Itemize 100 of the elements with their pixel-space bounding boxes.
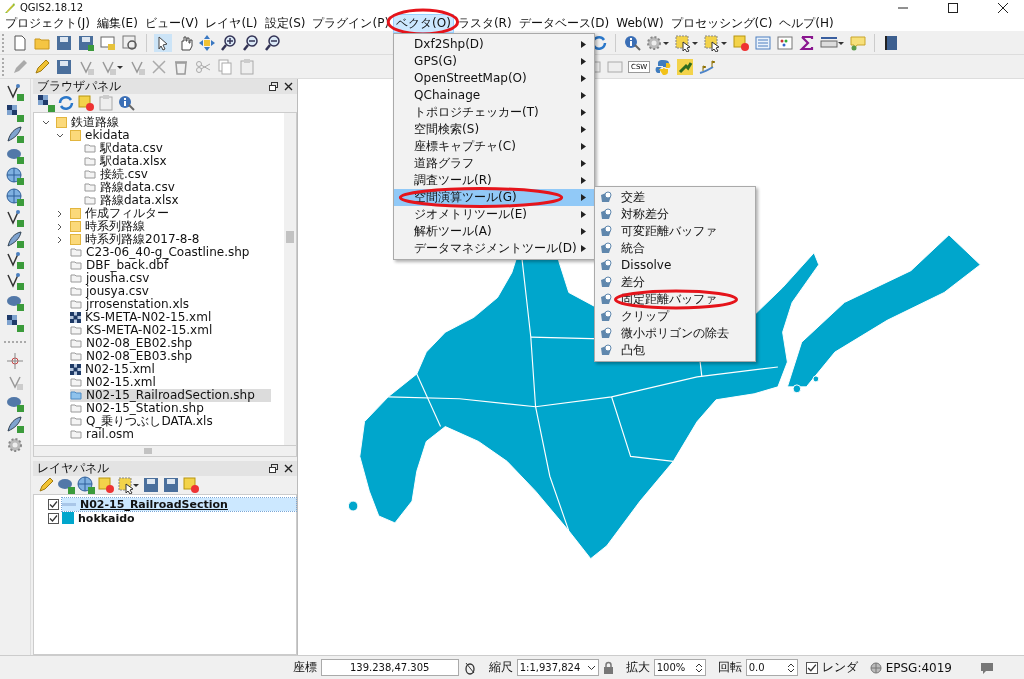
save-icon[interactable] — [162, 476, 180, 494]
layer-item[interactable]: hokkaido — [62, 511, 296, 525]
tree-item[interactable]: jousya.csv — [70, 285, 157, 298]
maximize-icon[interactable] — [947, 1, 959, 14]
menu-item[interactable]: 統合 — [595, 239, 756, 257]
checkbox[interactable] — [48, 512, 59, 524]
tree-item[interactable]: jrrosenstation.xls — [70, 298, 198, 311]
lock-icon[interactable] — [602, 661, 614, 674]
add-layer-icon[interactable] — [6, 272, 24, 290]
tree-item[interactable]: 接続.csv — [84, 168, 156, 181]
float-icon[interactable] — [269, 82, 278, 91]
chevron-icon[interactable] — [56, 235, 64, 244]
deselect-icon[interactable] — [182, 476, 200, 494]
database-icon[interactable] — [6, 293, 24, 311]
menu-item[interactable]: ヘルプ(H) — [776, 13, 837, 33]
tree-item[interactable]: N02-15.xml — [70, 376, 164, 389]
tree-item[interactable]: 作成フィルター — [70, 207, 177, 220]
deselect-icon[interactable] — [732, 33, 750, 52]
chevron-icon[interactable] — [42, 118, 50, 127]
chevron-icon[interactable] — [56, 222, 64, 231]
tree-item[interactable]: N02-15.xml — [70, 363, 163, 376]
chevron-icon[interactable] — [56, 131, 64, 140]
menu-item[interactable]: Dissolve — [595, 256, 756, 274]
pencil-icon[interactable] — [33, 57, 51, 76]
coordinate-field[interactable]: 139.238,47.305 — [320, 659, 459, 676]
scale-dropdown[interactable]: 1:1,937,824 — [516, 659, 599, 676]
tree-item[interactable]: 時系列路線 — [70, 220, 153, 233]
menu-item[interactable]: トポロジチェッカー(T) — [394, 103, 595, 121]
menu-item[interactable]: 対称差分 — [595, 205, 756, 223]
menu-item[interactable]: 差分 — [595, 273, 756, 291]
new-file-icon[interactable] — [11, 33, 29, 52]
menu-item[interactable]: 調査ツール(R) — [394, 171, 595, 189]
add-layer-icon[interactable] — [6, 209, 24, 227]
scrollbar-thumb[interactable] — [144, 448, 152, 454]
add-raster-icon[interactable] — [6, 104, 24, 122]
globe-icon[interactable] — [77, 476, 95, 494]
feather-icon[interactable] — [6, 230, 24, 248]
float-icon[interactable] — [269, 464, 278, 473]
feather-icon[interactable] — [6, 415, 24, 433]
message-icon[interactable] — [980, 661, 994, 674]
plugin-icon[interactable] — [676, 57, 695, 76]
spin-arrows-icon[interactable] — [786, 661, 795, 674]
menu-item[interactable]: プロジェクト(J) — [2, 13, 93, 33]
menu-item[interactable]: 設定(S) — [261, 13, 309, 33]
crs-label[interactable]: EPSG:4019 — [885, 660, 952, 675]
add-layer-icon[interactable] — [6, 251, 24, 269]
menu-item[interactable]: データベース(D) — [515, 13, 613, 33]
tree-item[interactable]: N02-08_EB02.shp — [70, 337, 201, 350]
zoom-out-icon[interactable] — [264, 33, 282, 52]
menu-item[interactable]: 道路グラフ — [394, 154, 595, 172]
tree-item[interactable]: N02-08_EB03.shp — [70, 350, 201, 363]
pan-icon[interactable] — [198, 33, 216, 52]
menu-item[interactable]: GPS(G) — [394, 52, 595, 70]
database-icon[interactable] — [6, 394, 24, 412]
menu-item[interactable]: Dxf2Shp(D) — [394, 35, 595, 53]
feather-icon[interactable] — [6, 125, 24, 143]
menu-item[interactable]: データマネジメントツール(D) — [394, 239, 595, 257]
menu-item[interactable]: ビュー(V) — [141, 13, 202, 33]
menu-item[interactable]: 微小ポリゴンの除去 — [595, 324, 756, 342]
zoom-out-icon[interactable] — [242, 33, 260, 52]
close-icon[interactable] — [284, 82, 293, 91]
pointer-icon[interactable] — [154, 33, 172, 52]
menu-item[interactable]: プロセッシング(C) — [667, 13, 776, 33]
tree-item[interactable]: DBF_back.dbf — [70, 259, 177, 272]
tree-item[interactable]: Q_乗りつぶしDATA.xls — [70, 415, 221, 428]
save-icon[interactable] — [55, 33, 73, 52]
menu-item[interactable]: 凸包 — [595, 341, 756, 359]
magnifier-icon[interactable] — [121, 33, 139, 52]
select-icon[interactable] — [674, 33, 692, 52]
mouse-icon[interactable] — [462, 660, 477, 675]
menu-item[interactable]: 座標キャプチャ(C) — [394, 137, 595, 155]
spin-arrows-icon[interactable] — [694, 661, 703, 674]
add-raster-icon[interactable] — [37, 94, 55, 112]
database-icon[interactable] — [57, 476, 75, 494]
checkbox[interactable] — [805, 661, 818, 674]
save-icon[interactable] — [55, 57, 73, 76]
tree-item[interactable]: 時系列路線2017-8-8 — [70, 233, 208, 246]
deselect-icon[interactable] — [97, 476, 115, 494]
magnifier-spinbox[interactable]: 100% — [653, 659, 706, 676]
globe-icon[interactable] — [869, 661, 882, 674]
book-icon[interactable] — [882, 33, 900, 52]
globe-icon[interactable] — [6, 167, 24, 185]
route-icon[interactable] — [698, 57, 717, 76]
close-icon[interactable] — [284, 464, 293, 473]
scrollbar-thumb[interactable] — [286, 231, 294, 243]
tree-item[interactable]: jousha.csv — [70, 272, 158, 285]
menu-item[interactable]: クリップ — [595, 307, 756, 325]
add-layer-icon[interactable] — [6, 83, 24, 101]
refresh-icon[interactable] — [57, 94, 75, 112]
tree-item[interactable]: N02-15_Station.shp — [70, 402, 212, 415]
rotation-spinbox[interactable]: 0.0 — [745, 659, 798, 676]
tree-item[interactable]: 駅data.csv — [84, 142, 171, 155]
menu-item[interactable]: ラスタ(R) — [454, 13, 515, 33]
close-icon[interactable] — [997, 1, 1009, 14]
deselect-icon[interactable] — [77, 94, 95, 112]
python-icon[interactable] — [654, 57, 673, 76]
save-icon[interactable] — [142, 476, 160, 494]
select-icon[interactable] — [703, 33, 721, 52]
tree-item[interactable]: N02-15_RailroadSection.shp — [70, 389, 271, 402]
menu-item[interactable]: OpenStreetMap(O) — [394, 69, 595, 87]
